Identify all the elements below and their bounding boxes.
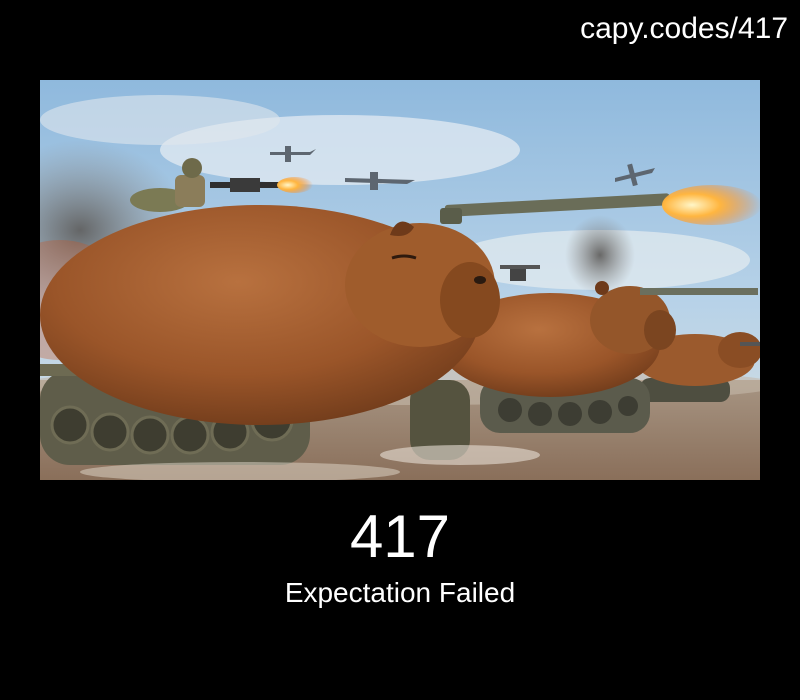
status-code: 417: [349, 503, 451, 570]
capybara-tanks-image: [40, 80, 760, 480]
status-message: Expectation Failed: [284, 577, 516, 608]
capybara-tanks-illustration: [40, 80, 760, 480]
site-link[interactable]: capy.codes/417: [580, 12, 788, 46]
